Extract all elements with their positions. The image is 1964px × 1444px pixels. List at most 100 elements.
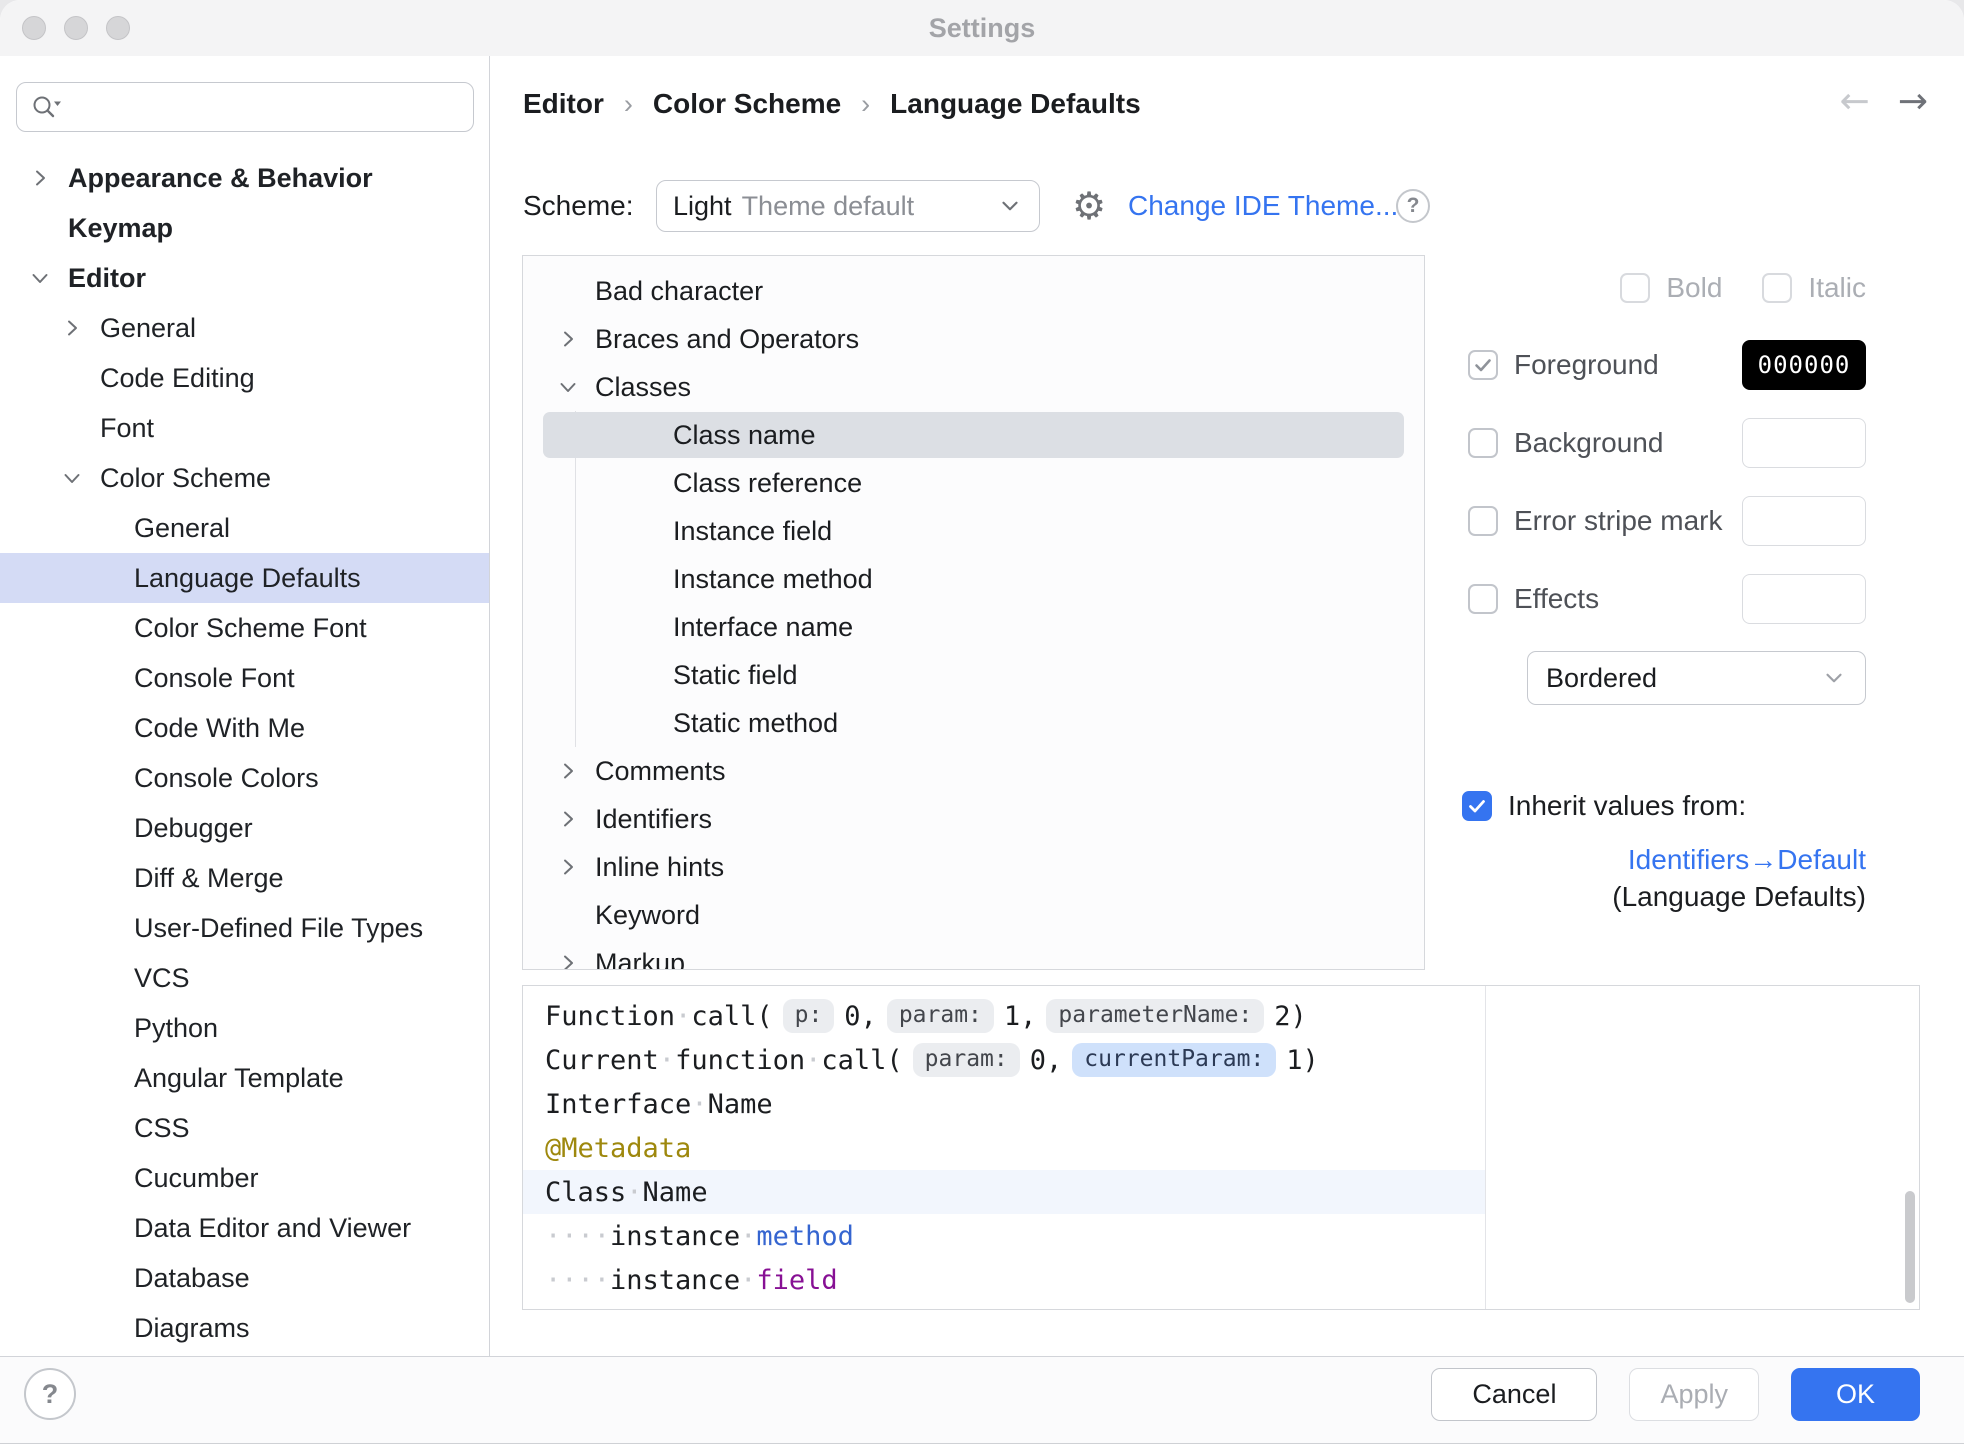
code-token: Name [642, 1176, 708, 1208]
chevron-right-icon[interactable] [553, 951, 583, 969]
sidebar-item-diff-merge[interactable]: Diff & Merge [0, 853, 489, 903]
bold-checkbox[interactable] [1620, 273, 1651, 303]
back-arrow-icon[interactable]: ← [1840, 80, 1870, 124]
tree-item-bad-character[interactable]: Bad character [523, 267, 1424, 315]
scheme-value-suffix: Theme default [741, 190, 915, 221]
tree-item-instance-field[interactable]: Instance field [523, 507, 1424, 555]
cancel-button[interactable]: Cancel [1431, 1368, 1598, 1421]
tree-item-comments[interactable]: Comments [523, 747, 1424, 795]
tree-item-markup[interactable]: Markup [523, 939, 1424, 969]
tree-item-class-name[interactable]: Class name [523, 411, 1424, 459]
sidebar-item-user-defined-file-types[interactable]: User-Defined File Types [0, 903, 489, 953]
code-token: · [740, 1264, 757, 1296]
sidebar-item-label: Data Editor and Viewer [134, 1212, 412, 1243]
search-box[interactable] [16, 82, 474, 132]
italic-checkbox-group[interactable]: Italic [1762, 272, 1866, 304]
error-stripe-row: Error stripe mark [1468, 496, 1722, 546]
tree-item-keyword[interactable]: Keyword [523, 891, 1424, 939]
sidebar-item-keymap[interactable]: Keymap [0, 203, 489, 253]
sidebar-item-general[interactable]: General [0, 503, 489, 553]
help-button[interactable]: ? [24, 1368, 76, 1420]
code-token: 1, [1003, 1000, 1037, 1032]
tree-item-identifiers[interactable]: Identifiers [523, 795, 1424, 843]
breadcrumb-item-editor[interactable]: Editor [523, 88, 604, 120]
foreground-color-field[interactable]: 000000 [1742, 340, 1866, 390]
sidebar-item-console-font[interactable]: Console Font [0, 653, 489, 703]
change-ide-theme-link[interactable]: Change IDE Theme... [1128, 180, 1398, 232]
sidebar-item-python[interactable]: Python [0, 1003, 489, 1053]
chevron-right-icon[interactable] [553, 807, 583, 831]
background-checkbox[interactable] [1468, 428, 1498, 458]
sidebar-item-color-scheme-font[interactable]: Color Scheme Font [0, 603, 489, 653]
sidebar-item-css[interactable]: CSS [0, 1103, 489, 1153]
sidebar-item-editor[interactable]: Editor [0, 253, 489, 303]
scheme-select[interactable]: Light Theme default [656, 180, 1040, 232]
chevron-right-icon[interactable] [553, 855, 583, 879]
sidebar-item-console-colors[interactable]: Console Colors [0, 753, 489, 803]
chevron-right-icon[interactable] [553, 759, 583, 783]
chevron-right-icon[interactable] [24, 166, 56, 190]
effects-checkbox[interactable] [1468, 584, 1498, 614]
foreground-label: Foreground [1514, 349, 1659, 380]
background-color-field[interactable] [1742, 418, 1866, 468]
scheme-label: Scheme: [523, 190, 634, 221]
bold-checkbox-group[interactable]: Bold [1620, 272, 1722, 304]
breadcrumb-item-language-defaults[interactable]: Language Defaults [890, 88, 1140, 120]
tree-item-label: Static field [673, 659, 798, 690]
inherit-values-checkbox[interactable] [1462, 791, 1492, 821]
sidebar-item-code-editing[interactable]: Code Editing [0, 353, 489, 403]
error-stripe-checkbox[interactable] [1468, 506, 1498, 536]
search-input[interactable] [71, 90, 461, 124]
foreground-checkbox[interactable] [1468, 350, 1498, 380]
error-stripe-color-field[interactable] [1742, 496, 1866, 546]
scheme-help-icon[interactable]: ? [1396, 189, 1430, 223]
sidebar-item-data-editor-and-viewer[interactable]: Data Editor and Viewer [0, 1203, 489, 1253]
footer-bar: ? Cancel Apply OK [0, 1356, 1964, 1443]
tree-item-inline-hints[interactable]: Inline hints [523, 843, 1424, 891]
code-token: call( [821, 1044, 903, 1076]
sidebar-item-vcs[interactable]: VCS [0, 953, 489, 1003]
tree-item-static-field[interactable]: Static field [523, 651, 1424, 699]
sidebar-item-appearance-behavior[interactable]: Appearance & Behavior [0, 153, 489, 203]
preview-line: @Metadata [523, 1126, 1485, 1170]
sidebar-item-diagrams[interactable]: Diagrams [0, 1303, 489, 1353]
italic-checkbox[interactable] [1762, 273, 1793, 303]
sidebar-item-label: Language Defaults [134, 562, 361, 593]
chevron-down-icon[interactable] [56, 466, 88, 490]
chevron-right-icon[interactable] [553, 327, 583, 351]
sidebar: Appearance & Behavior Keymap Editor General… [0, 56, 490, 1356]
tree-item-interface-name[interactable]: Interface name [523, 603, 1424, 651]
tree-item-braces-and-operators[interactable]: Braces and Operators [523, 315, 1424, 363]
tree-item-instance-method[interactable]: Instance method [523, 555, 1424, 603]
forward-arrow-icon[interactable]: → [1898, 80, 1928, 124]
chevron-down-icon[interactable] [553, 375, 583, 399]
preview-scrollbar[interactable] [1905, 1191, 1915, 1303]
sidebar-item-cucumber[interactable]: Cucumber [0, 1153, 489, 1203]
sidebar-item-database[interactable]: Database [0, 1253, 489, 1303]
ok-button[interactable]: OK [1790, 1368, 1920, 1421]
sidebar-item-code-with-me[interactable]: Code With Me [0, 703, 489, 753]
code-token: · [675, 1000, 692, 1032]
preview-code: Function · call(p: 0, param: 1, parameterName:… [523, 994, 1485, 1302]
apply-button[interactable]: Apply [1629, 1368, 1759, 1421]
breadcrumb-item-color-scheme[interactable]: Color Scheme [653, 88, 841, 120]
chevron-right-icon[interactable] [56, 316, 88, 340]
tree-item-static-method[interactable]: Static method [523, 699, 1424, 747]
attribute-options-panel: Bold Italic Foreground 000000 Background… [1460, 255, 1940, 970]
inherit-source-link[interactable]: Identifiers→Default [1628, 844, 1866, 876]
sidebar-item-angular-template[interactable]: Angular Template [0, 1053, 489, 1103]
effects-style-select[interactable]: Bordered [1527, 651, 1866, 705]
sidebar-item-color-scheme[interactable]: Color Scheme [0, 453, 489, 503]
sidebar-item-font[interactable]: Font [0, 403, 489, 453]
tree-item-classes[interactable]: Classes [523, 363, 1424, 411]
sidebar-item-general[interactable]: General [0, 303, 489, 353]
chevron-down-icon[interactable] [24, 266, 56, 290]
effects-color-field[interactable] [1742, 574, 1866, 624]
sidebar-item-language-defaults[interactable]: Language Defaults [0, 553, 489, 603]
tree-item-class-reference[interactable]: Class reference [523, 459, 1424, 507]
sidebar-item-label: Color Scheme Font [134, 612, 367, 643]
gear-icon[interactable]: ⚙ [1060, 180, 1118, 232]
tree-item-label: Bad character [595, 275, 764, 306]
sidebar-item-debugger[interactable]: Debugger [0, 803, 489, 853]
inherit-values-row[interactable]: Inherit values from: [1462, 781, 1746, 831]
